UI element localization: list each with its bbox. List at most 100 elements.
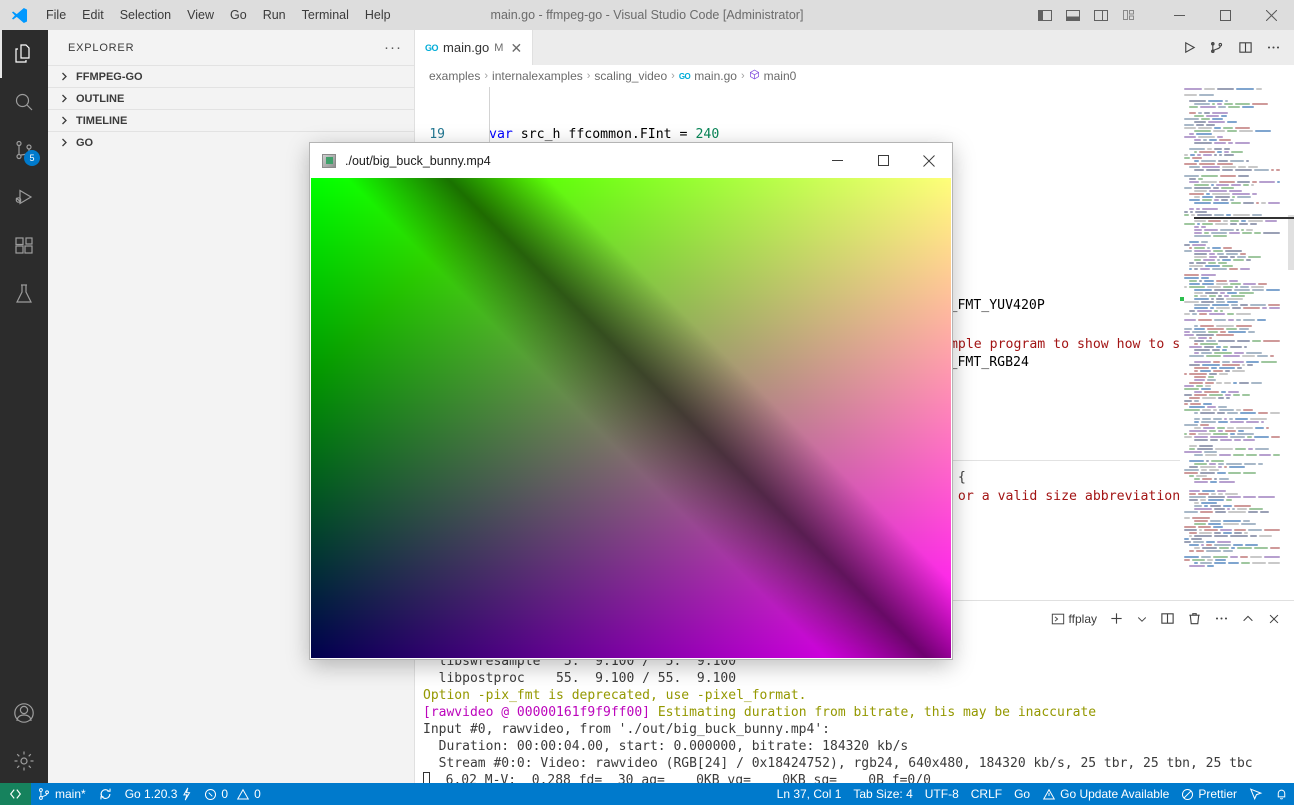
minimap-token [1205,384,1211,387]
new-terminal-icon[interactable] [1104,607,1129,631]
minimap-token [1207,246,1210,249]
sidebar-item-extensions[interactable] [0,222,48,270]
minimap-token [1189,381,1203,384]
ffplay-maximize-button[interactable] [860,143,906,178]
editor-more-actions-icon[interactable] [1260,35,1286,61]
menu-go[interactable]: Go [222,4,255,26]
minimap-token [1217,162,1233,165]
minimap-token [1198,492,1209,495]
split-and-run-icon[interactable] [1204,35,1230,61]
minimap-token [1194,168,1205,171]
status-editor-position[interactable]: Ln 37, Col 1 [771,783,848,805]
close-panel-icon[interactable] [1262,607,1286,631]
minimap-token [1196,333,1214,336]
minimap-token [1201,387,1211,390]
minimap-token [1209,468,1219,471]
minimap-token [1204,111,1210,114]
menu-edit[interactable]: Edit [74,4,112,26]
breadcrumb-item-main0[interactable]: main0 [749,69,796,83]
status-go-update[interactable]: Go Update Available [1036,783,1175,805]
minimap-token [1270,354,1274,357]
minimap-token [1219,138,1231,141]
accounts-icon[interactable] [0,689,48,737]
sidebar-section-ffmpeg-go[interactable]: FFMPEG-GO [48,65,414,87]
minimap-token [1194,249,1211,252]
ffplay-minimize-button[interactable] [814,143,860,178]
window-close-button[interactable] [1248,0,1294,30]
editor-minimap[interactable] [1180,87,1280,630]
maximize-panel-icon[interactable] [1236,607,1260,631]
minimap-token [1190,210,1193,213]
status-encoding[interactable]: UTF-8 [919,783,965,805]
toggle-panel-icon[interactable] [1060,2,1086,28]
ffplay-title-bar[interactable]: ./out/big_buck_bunny.mp4 [310,143,952,178]
minimap-slider[interactable] [1194,217,1294,219]
sidebar-more-actions-icon[interactable]: ··· [384,39,402,56]
sidebar-item-run-and-debug[interactable] [0,174,48,222]
breadcrumb-item-scaling-video[interactable]: scaling_video [594,69,667,83]
status-notifications[interactable] [1269,783,1294,805]
minimap-token [1201,273,1216,276]
minimap-token [1244,462,1256,465]
kill-terminal-icon[interactable] [1182,607,1207,631]
sidebar-item-source-control[interactable]: 5 [0,126,48,174]
menu-terminal[interactable]: Terminal [294,4,357,26]
menu-run[interactable]: Run [255,4,294,26]
minimap-token [1197,447,1213,450]
menu-help[interactable]: Help [357,4,399,26]
ffplay-close-button[interactable] [906,143,952,178]
split-terminal-icon[interactable] [1155,607,1180,631]
customize-layout-icon[interactable] [1116,2,1142,28]
minimap-token [1184,399,1192,402]
tab-close-icon[interactable]: ✕ [510,41,522,55]
breadcrumb-item-examples[interactable]: examples [429,69,480,83]
minimap-token [1221,390,1226,393]
window-minimize-button[interactable] [1156,0,1202,30]
sidebar-section-timeline[interactable]: TIMELINE [48,109,414,131]
sidebar-item-explorer[interactable] [0,30,48,78]
status-sync-changes[interactable] [92,783,119,805]
minimap-token [1239,291,1254,294]
terminal-dropdown-icon[interactable] [1131,607,1153,631]
minimap-token [1218,546,1230,549]
sidebar-item-testing[interactable] [0,270,48,318]
status-feedback[interactable] [1243,783,1269,805]
editor-scrollbar[interactable] [1280,87,1294,630]
sidebar-section-outline[interactable]: OUTLINE [48,87,414,109]
minimap-token [1189,177,1196,180]
status-branch[interactable]: main* [31,783,92,805]
sidebar-item-search[interactable] [0,78,48,126]
minimap-token [1228,471,1241,474]
window-maximize-button[interactable] [1202,0,1248,30]
minimap-token [1214,288,1232,291]
gear-icon[interactable] [0,737,48,785]
terminal-views-and-more-icon[interactable] [1209,607,1234,631]
minimap-token [1229,267,1238,270]
status-problems[interactable]: 0 0 [198,783,266,805]
status-indentation[interactable]: Tab Size: 4 [847,783,918,805]
status-eol[interactable]: CRLF [965,783,1008,805]
minimap-token [1190,402,1201,405]
status-language-mode[interactable]: Go [1008,783,1036,805]
toggle-primary-sidebar-icon[interactable] [1032,2,1058,28]
toggle-secondary-sidebar-icon[interactable] [1088,2,1114,28]
terminal-tab-ffplay[interactable]: ffplay [1046,607,1102,631]
breadcrumb-item-main-go[interactable]: GO main.go [679,69,737,83]
breadcrumb-item-internalexamples[interactable]: internalexamples [492,69,583,83]
tab-main-go[interactable]: GO main.go M ✕ [415,30,534,65]
status-remote-window[interactable] [0,783,31,805]
menu-view[interactable]: View [179,4,222,26]
minimap-token [1227,495,1241,498]
minimap-token [1194,225,1199,228]
split-editor-icon[interactable] [1232,35,1258,61]
ffplay-window[interactable]: ./out/big_buck_bunny.mp4 [310,143,952,659]
status-prettier[interactable]: Prettier [1175,783,1243,805]
status-go-version[interactable]: Go 1.20.3 [119,783,199,805]
run-code-icon[interactable] [1176,35,1202,61]
minimap-token [1214,198,1219,201]
scrollbar-thumb[interactable] [1288,215,1294,270]
ffplay-video-surface[interactable] [311,178,951,658]
minimap-token [1231,150,1243,153]
menu-file[interactable]: File [38,4,74,26]
menu-selection[interactable]: Selection [112,4,179,26]
